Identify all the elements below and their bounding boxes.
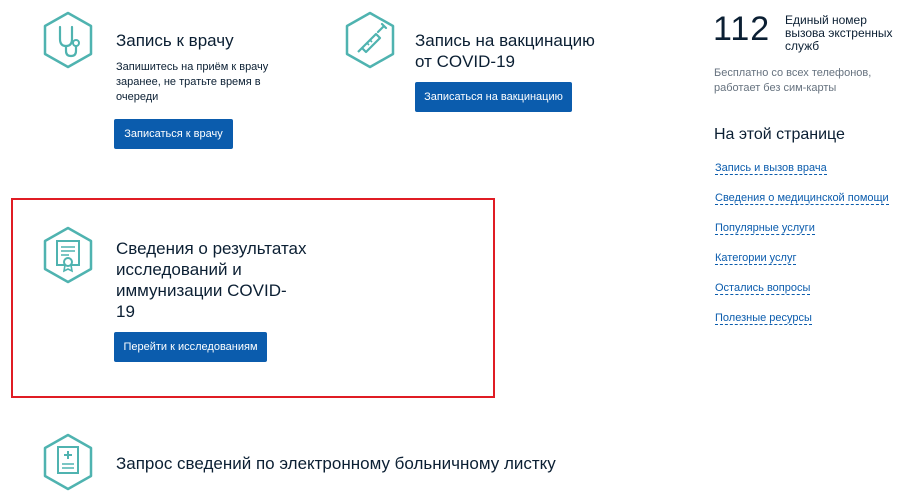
desc-line: заранее, не тратьте время в	[116, 76, 261, 88]
card-results-title: Сведения о результатах исследований и им…	[116, 238, 307, 322]
medical-document-icon	[38, 432, 98, 492]
syringe-icon	[340, 10, 400, 70]
title-line: иммунизации COVID-	[116, 281, 287, 300]
go-to-research-button[interactable]: Перейти к исследованиям	[114, 332, 267, 362]
book-vaccination-button[interactable]: Записаться на вакцинацию	[415, 82, 572, 112]
toc-link-doctor[interactable]: Запись и вызов врача	[715, 162, 827, 175]
book-doctor-button[interactable]: Записаться к врачу	[114, 119, 233, 149]
stethoscope-icon	[38, 10, 98, 70]
note-line: работает без сим-карты	[714, 82, 837, 94]
title-line: исследований и	[116, 260, 242, 279]
note-line: Бесплатно со всех телефонов,	[714, 67, 872, 79]
card-sick-leave-title[interactable]: Запрос сведений по электронному больничн…	[116, 453, 556, 474]
toc-link-questions[interactable]: Остались вопросы	[715, 282, 811, 295]
emergency-number-label: Единый номер вызова экстренных служб	[785, 14, 893, 53]
desc-line: Запишитесь на приём к врачу	[116, 61, 269, 73]
label-line: служб	[785, 39, 820, 53]
emergency-number: 112	[713, 10, 771, 48]
card-vaccine-title: Запись на вакцинацию от COVID-19	[415, 30, 595, 72]
title-line: 19	[116, 302, 135, 321]
toc-link-service-categories[interactable]: Категории услуг	[715, 252, 797, 265]
desc-line: очереди	[116, 91, 159, 103]
toc-title: На этой странице	[714, 126, 845, 143]
title-line: от COVID-19	[415, 52, 515, 71]
title-line: Сведения о результатах	[116, 239, 307, 258]
card-doctor-title: Запись к врачу	[116, 31, 234, 50]
toc-link-resources[interactable]: Полезные ресурсы	[715, 312, 812, 325]
emergency-note: Бесплатно со всех телефонов, работает бе…	[714, 66, 871, 96]
title-line: Запись на вакцинацию	[415, 31, 595, 50]
certificate-icon	[38, 225, 98, 285]
card-doctor-description: Запишитесь на приём к врачу заранее, не …	[116, 60, 296, 105]
toc-link-medical-care[interactable]: Сведения о медицинской помощи	[715, 192, 889, 205]
toc-link-popular-services[interactable]: Популярные услуги	[715, 222, 815, 235]
